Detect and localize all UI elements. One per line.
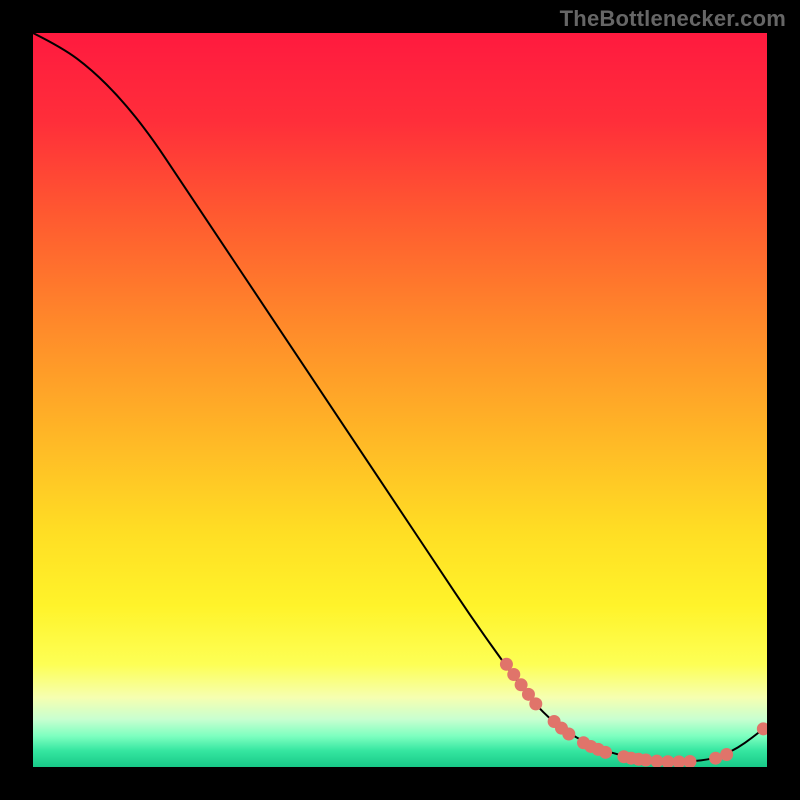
curve-marker bbox=[599, 746, 612, 759]
plot-svg bbox=[33, 33, 767, 767]
gradient-background bbox=[33, 33, 767, 767]
chart-stage: TheBottlenecker.com bbox=[0, 0, 800, 800]
curve-marker bbox=[529, 697, 542, 710]
curve-marker bbox=[709, 752, 722, 765]
plot-area bbox=[33, 33, 767, 767]
watermark-text: TheBottlenecker.com bbox=[560, 6, 786, 32]
curve-marker bbox=[562, 727, 575, 740]
curve-marker bbox=[639, 754, 652, 767]
curve-marker bbox=[720, 748, 733, 761]
